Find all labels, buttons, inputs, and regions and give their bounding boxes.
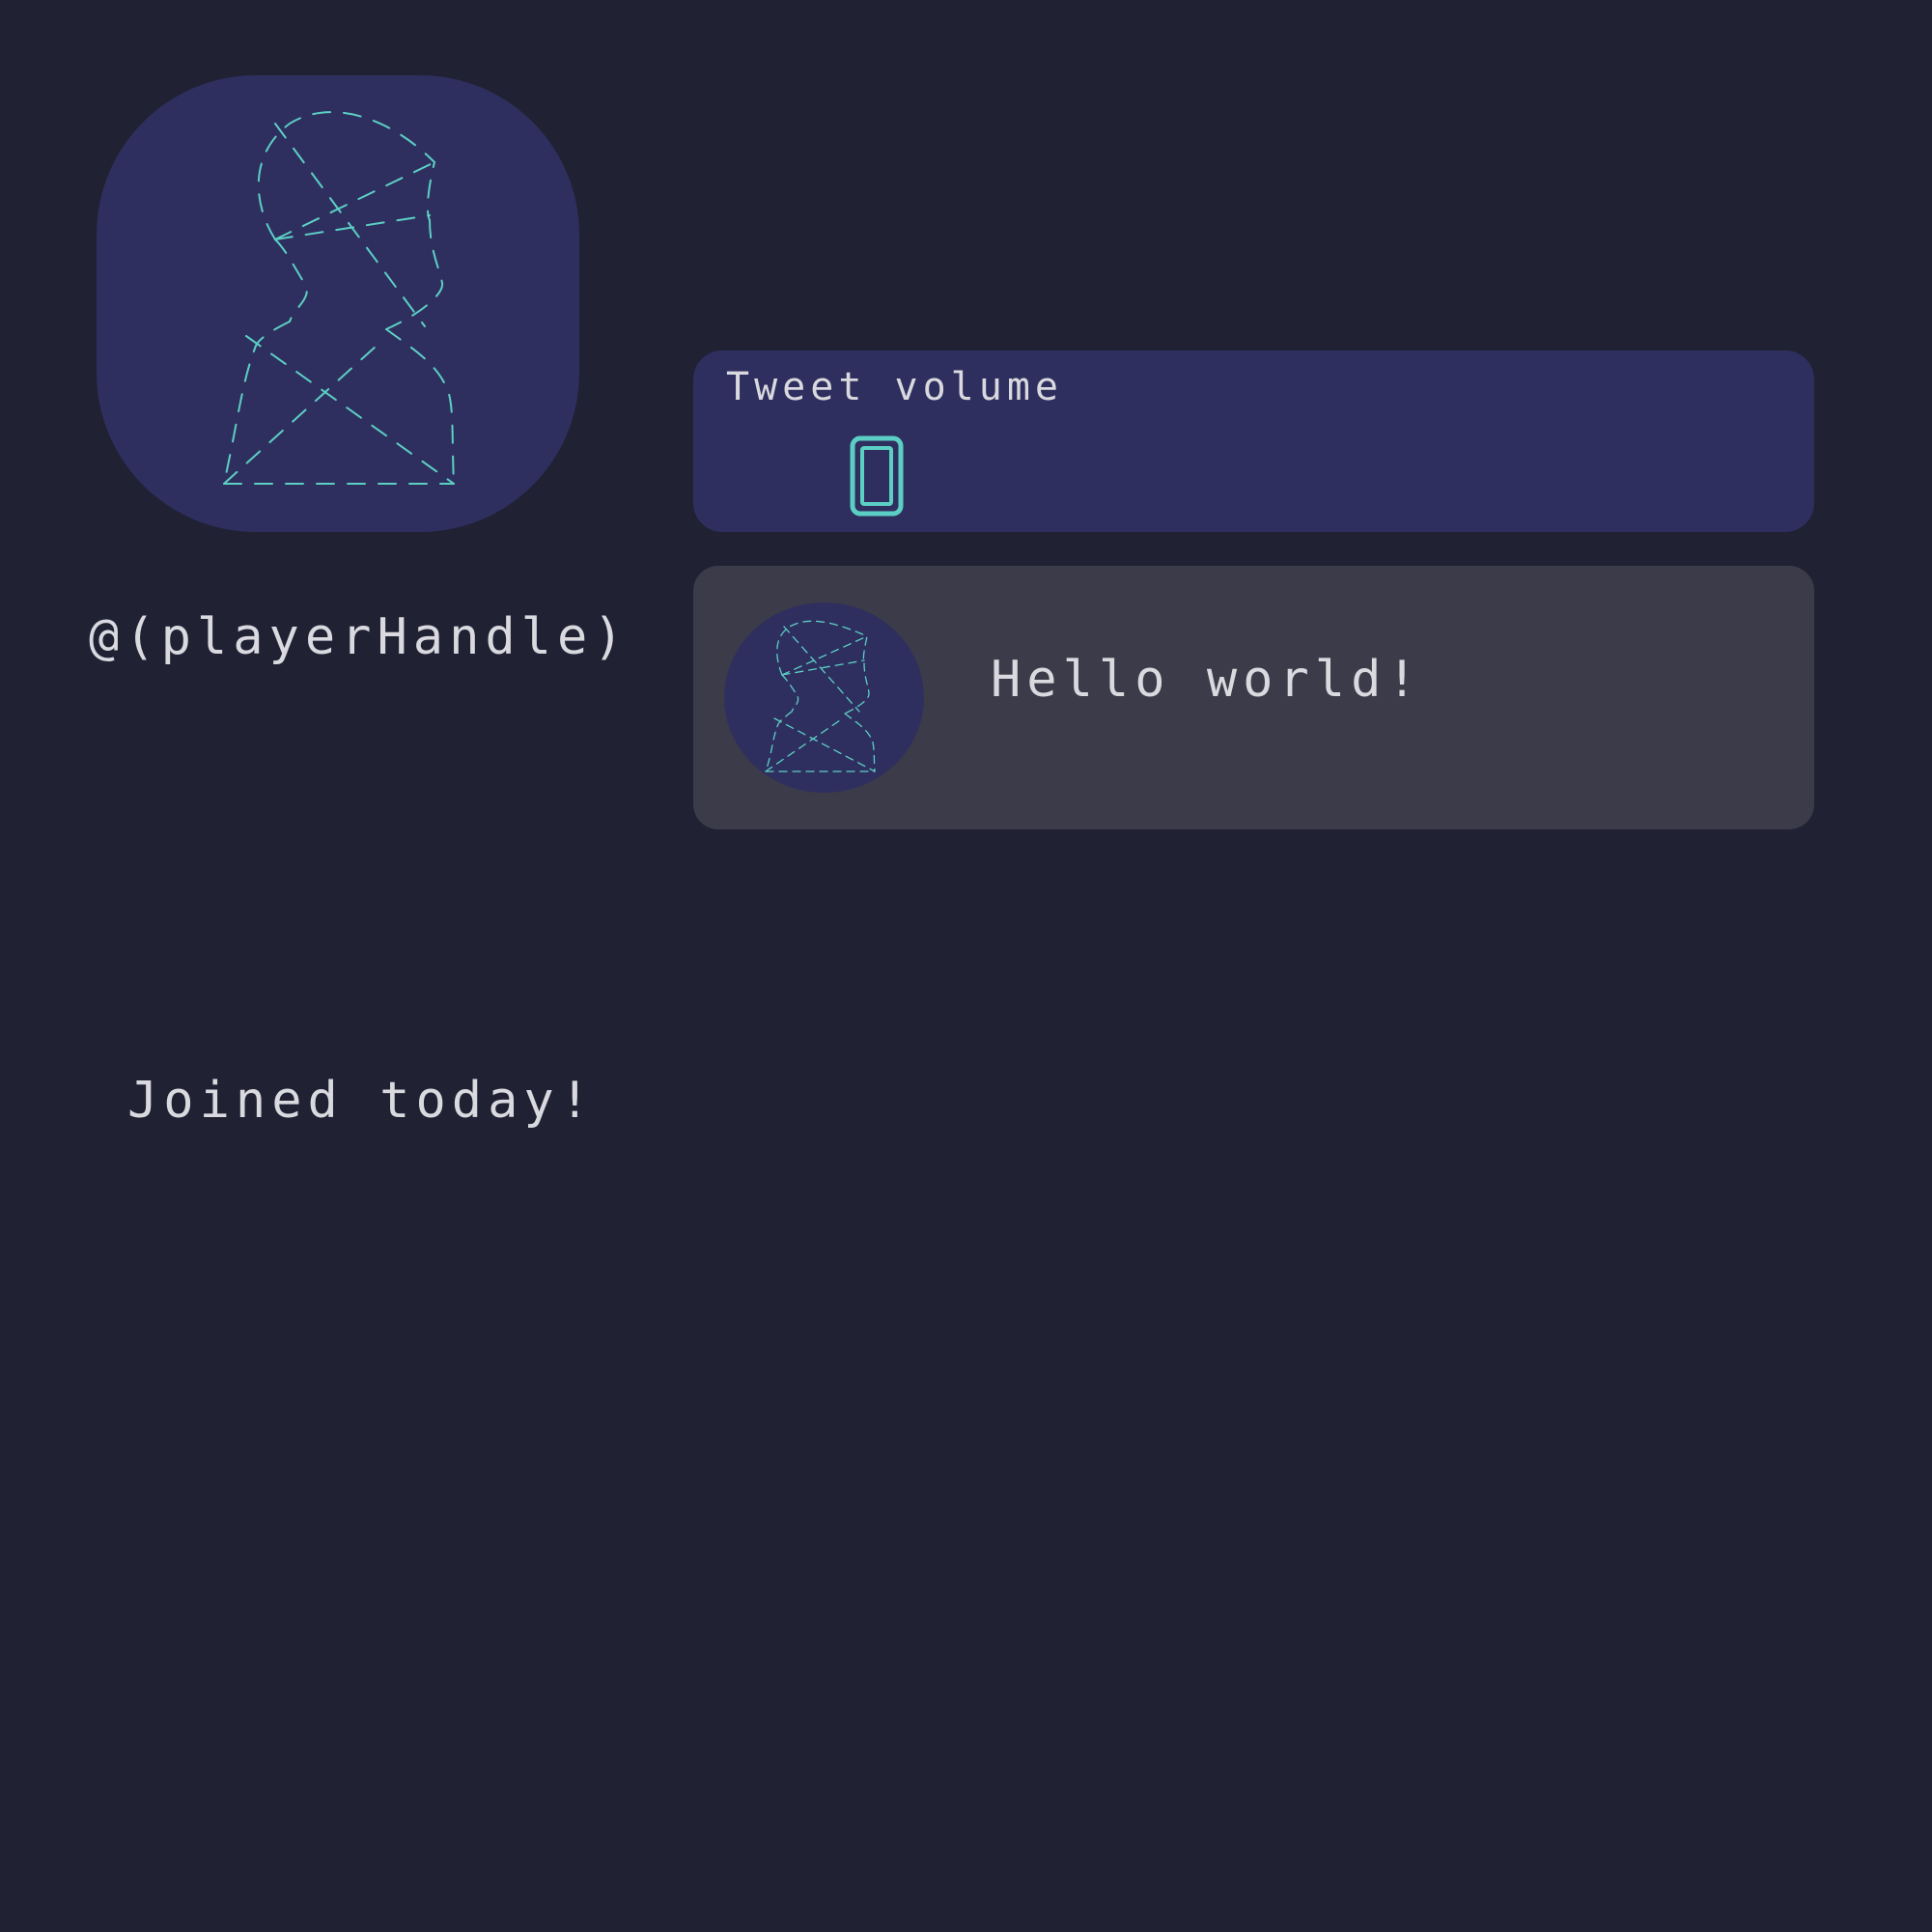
player-handle: @(playerHandle)	[89, 608, 630, 666]
person-outline-icon	[765, 620, 876, 772]
tweet-avatar[interactable]	[724, 602, 924, 793]
tweet-volume-card: Tweet volume	[693, 350, 1814, 532]
tweet-volume-title: Tweet volume	[726, 365, 1063, 409]
profile-avatar[interactable]	[97, 75, 579, 532]
person-outline-icon	[223, 111, 455, 485]
volume-bar-icon	[850, 435, 904, 517]
joined-date: Joined today!	[127, 1072, 596, 1130]
tweet-text: Hello world!	[991, 651, 1423, 709]
tweet-card[interactable]: Hello world!	[693, 566, 1814, 829]
